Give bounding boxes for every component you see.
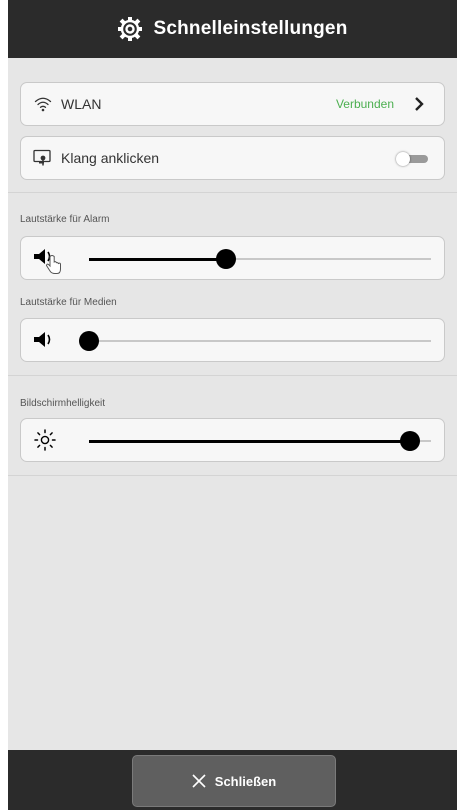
close-button[interactable]: Schließen: [132, 755, 336, 807]
brightness-card: [20, 418, 445, 462]
divider: [8, 475, 457, 476]
touch-screen-icon: [33, 149, 51, 166]
close-button-label: Schließen: [214, 773, 277, 789]
frame-edge: [0, 750, 8, 764]
alarm-volume-card: [20, 236, 445, 280]
wlan-row[interactable]: WLAN Verbunden: [20, 82, 445, 126]
brightness-label: Bildschirmhelligkeit: [20, 398, 106, 409]
page-title: Schnelleinstellungen: [153, 18, 348, 39]
close-icon: [192, 774, 206, 788]
alarm-volume-fill: [89, 258, 226, 261]
media-volume-track: [89, 340, 431, 342]
media-volume-card: [20, 318, 445, 362]
sun-icon: [34, 429, 56, 451]
header-bar: Schnelleinstellungen: [8, 0, 457, 58]
click-sound-row: Klang anklicken: [20, 136, 445, 180]
click-sound-toggle[interactable]: [396, 152, 430, 166]
toggle-knob: [396, 152, 410, 166]
brightness-slider[interactable]: [400, 431, 421, 451]
media-volume-slider[interactable]: [79, 331, 99, 351]
gear-icon: [118, 17, 143, 41]
brightness-fill: [89, 440, 411, 443]
click-sound-label: Klang anklicken: [61, 150, 160, 166]
divider: [8, 375, 457, 376]
footer-bar: Schließen: [8, 750, 457, 810]
wlan-status: Verbunden: [335, 97, 394, 111]
wifi-icon: [34, 97, 52, 112]
divider: [8, 192, 457, 193]
chevron-right-icon: [415, 97, 424, 111]
speaker-icon: [34, 332, 51, 347]
media-volume-label: Lautstärke für Medien: [20, 297, 117, 308]
hand-pointer-icon: [45, 255, 61, 274]
alarm-volume-slider[interactable]: [215, 249, 236, 269]
quick-settings-panel: Schnelleinstellungen WLAN Verbunden Klan…: [8, 0, 457, 810]
alarm-volume-label: Lautstärke für Alarm: [20, 214, 110, 225]
wlan-label: WLAN: [61, 96, 102, 112]
